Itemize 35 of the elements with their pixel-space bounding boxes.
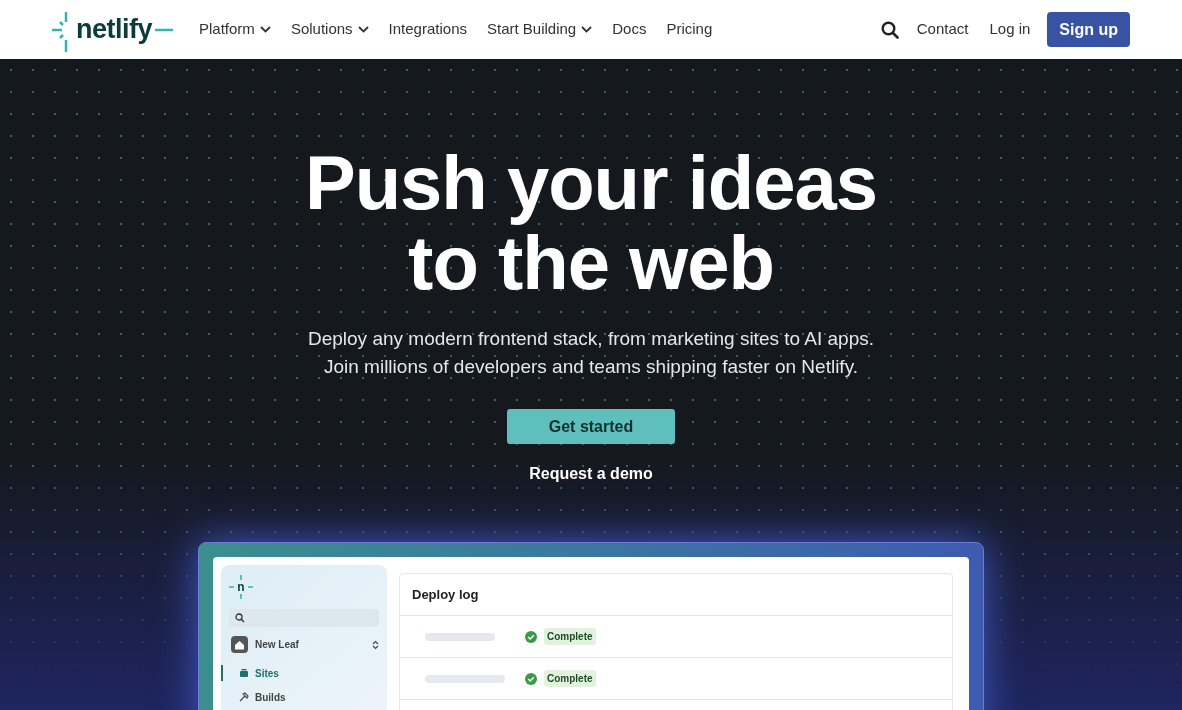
placeholder-bar <box>425 632 495 641</box>
sidebar-item[interactable]: Builds <box>221 689 379 705</box>
nav-link[interactable]: Docs <box>612 18 647 41</box>
sidebar-item[interactable]: Sites <box>221 665 379 681</box>
nav-link[interactable]: Platform <box>199 18 271 41</box>
hero-title: Push your ideas to the web <box>304 143 878 303</box>
status-badge: Complete <box>544 628 596 645</box>
team-switcher[interactable]: New Leaf <box>229 636 379 653</box>
status-badge: Complete <box>544 670 596 687</box>
nav-link[interactable]: Integrations <box>388 18 467 41</box>
card-title: Deploy log <box>412 585 479 604</box>
nav-link[interactable]: Pricing <box>666 18 713 41</box>
hammer-icon <box>239 692 249 702</box>
logo-wordmark[interactable]: netlify <box>76 9 152 50</box>
chevron-down-icon <box>357 26 369 33</box>
search-icon[interactable] <box>880 20 899 39</box>
get-started-button[interactable]: Get started <box>507 409 675 444</box>
sign-up-button[interactable]: Sign up <box>1047 12 1130 47</box>
chevron-down-icon <box>581 26 593 33</box>
chevron-down-icon <box>259 26 271 33</box>
nav-link[interactable]: Start Building <box>487 18 593 41</box>
check-circle-icon <box>525 630 537 643</box>
app-logo: n <box>229 575 253 599</box>
nav-link[interactable]: Log in <box>989 18 1031 41</box>
team-avatar-icon <box>231 636 248 653</box>
search-icon <box>235 613 245 623</box>
nav-link[interactable]: Contact <box>916 18 969 41</box>
search-field[interactable] <box>229 609 379 627</box>
up-down-chevron-icon <box>372 639 379 650</box>
logo-line-icon <box>155 27 173 32</box>
nav-link[interactable]: Solutions <box>290 18 369 41</box>
request-demo-link[interactable]: Request a demo <box>529 462 653 486</box>
hero-subtitle: Deploy any modern frontend stack, from marketing sites to AI apps. Join millions of developers and teams shipping faster on Netlify. <box>307 327 875 379</box>
stack-icon <box>239 668 249 678</box>
check-circle-icon <box>525 672 537 685</box>
